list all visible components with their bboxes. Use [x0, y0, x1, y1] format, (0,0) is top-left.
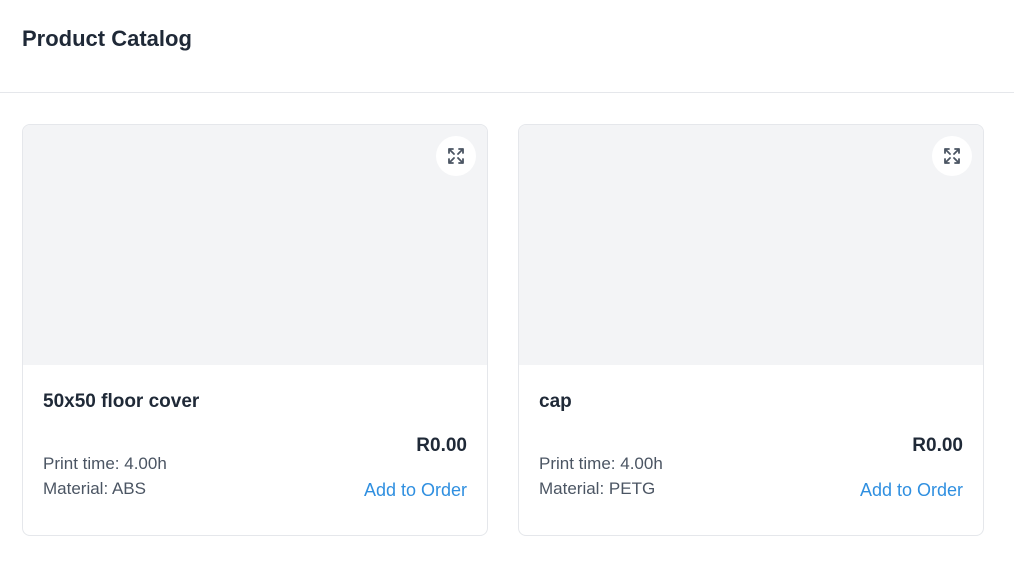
- page-title: Product Catalog: [22, 26, 192, 51]
- product-name: 50x50 floor cover: [43, 391, 200, 412]
- product-image-placeholder: [519, 125, 983, 365]
- product-image-placeholder: [23, 125, 487, 365]
- add-to-order-button[interactable]: Add to Order: [860, 480, 963, 501]
- product-material: Material: ABS: [43, 479, 146, 498]
- product-print-time: Print time: 4.00h: [43, 454, 167, 473]
- product-material: Material: PETG: [539, 479, 656, 498]
- product-card-body: cap Print time: 4.00h Material: PETG R0.…: [519, 365, 983, 535]
- product-price: R0.00: [912, 435, 963, 456]
- expand-icon: [944, 148, 960, 164]
- expand-icon: [448, 148, 464, 164]
- product-meta: Print time: 4.00h Material: PETG: [539, 451, 663, 501]
- product-card: 50x50 floor cover Print time: 4.00h Mate…: [22, 124, 488, 536]
- product-card-body: 50x50 floor cover Print time: 4.00h Mate…: [23, 365, 487, 535]
- product-card: cap Print time: 4.00h Material: PETG R0.…: [518, 124, 984, 536]
- product-print-time: Print time: 4.00h: [539, 454, 663, 473]
- expand-button[interactable]: [436, 136, 476, 176]
- page-header: Product Catalog: [0, 0, 1014, 93]
- product-meta: Print time: 4.00h Material: ABS: [43, 451, 167, 501]
- expand-button[interactable]: [932, 136, 972, 176]
- add-to-order-button[interactable]: Add to Order: [364, 480, 467, 501]
- product-name: cap: [539, 391, 572, 412]
- product-price: R0.00: [416, 435, 467, 456]
- product-grid: 50x50 floor cover Print time: 4.00h Mate…: [22, 124, 984, 536]
